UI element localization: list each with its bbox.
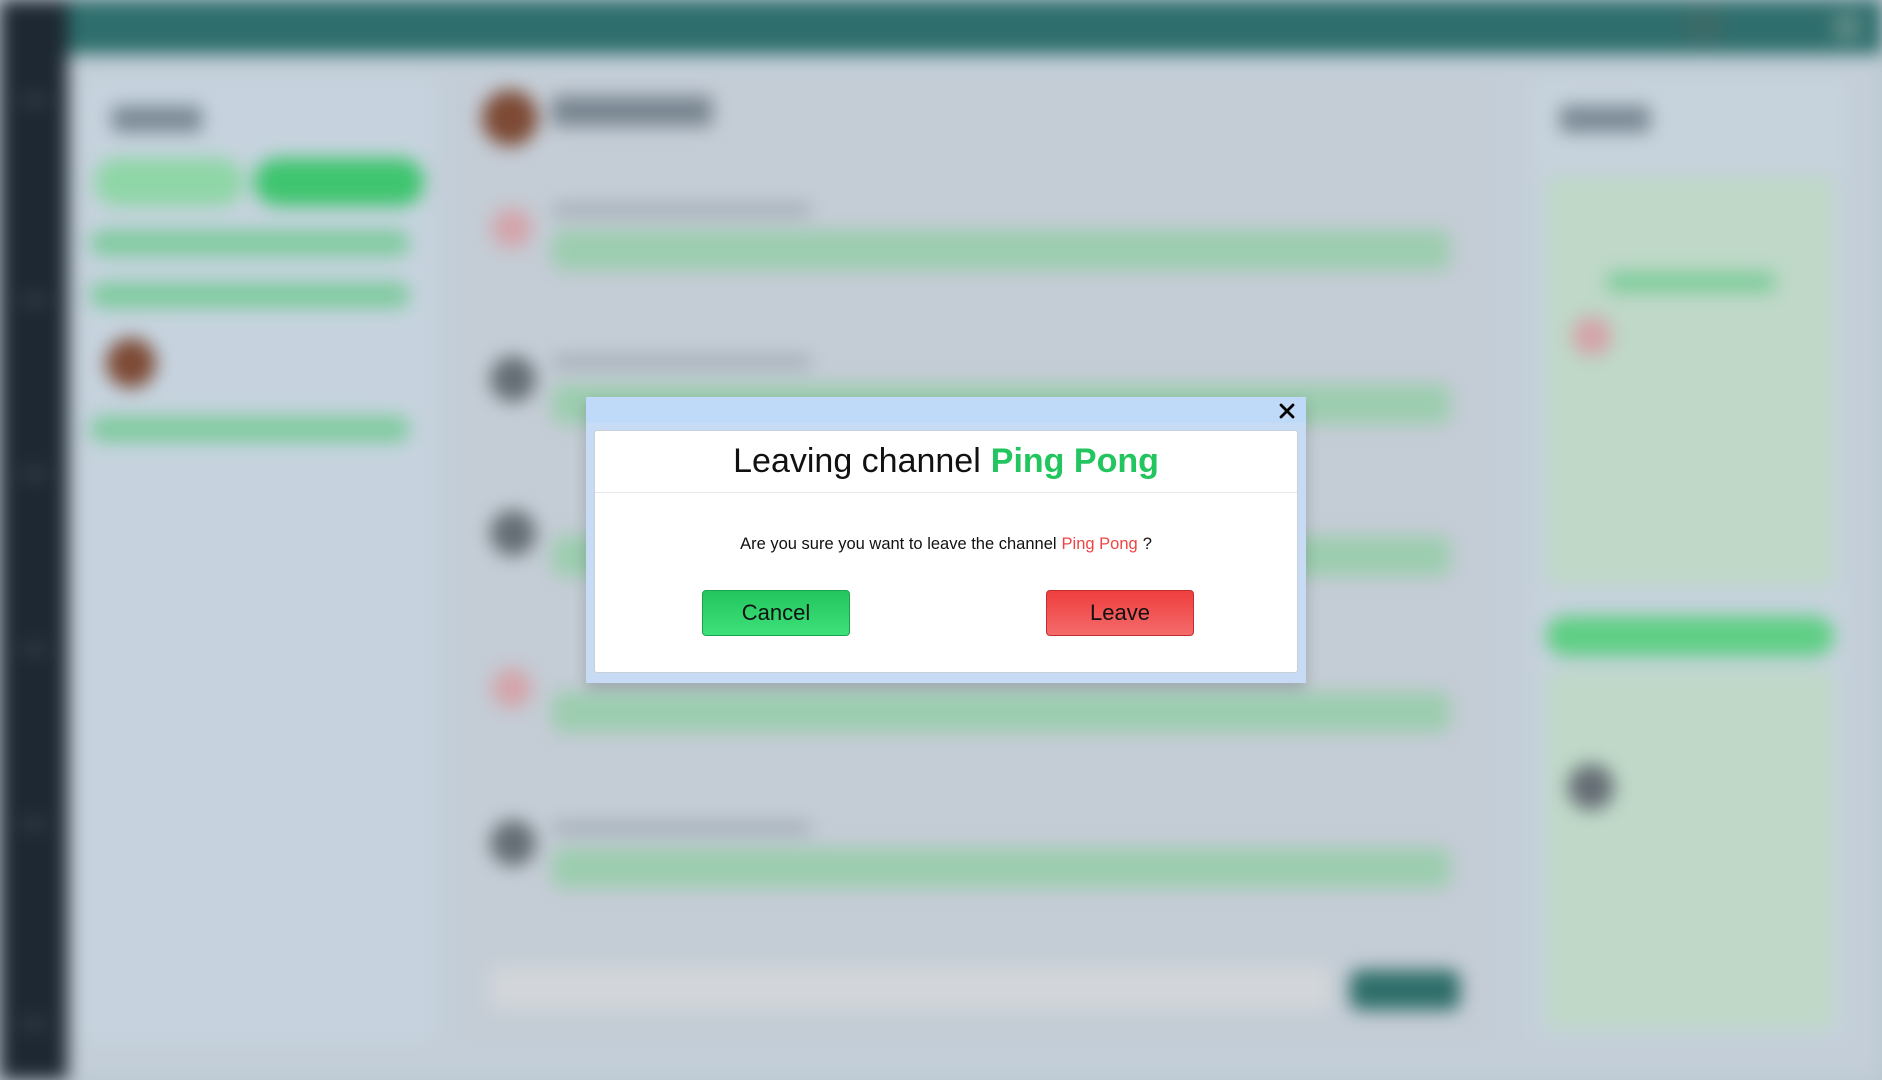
topbar-button xyxy=(1686,10,1722,42)
message-meta xyxy=(552,204,812,216)
members-section xyxy=(1546,176,1834,586)
leave-channel-modal: Leaving channel Ping Pong Are you sure y… xyxy=(586,397,1306,683)
panel-title xyxy=(1560,106,1650,132)
confirmation-suffix: ? xyxy=(1142,535,1152,553)
top-bar xyxy=(68,0,1882,54)
members-panel xyxy=(1532,80,1848,1040)
message-input xyxy=(490,966,1330,1010)
list-item xyxy=(90,230,410,256)
rail-item xyxy=(22,96,46,104)
avatar xyxy=(492,668,532,708)
rail-item xyxy=(22,296,46,304)
close-button[interactable] xyxy=(1274,398,1300,424)
left-navigation-rail xyxy=(0,0,68,1080)
filter-tab xyxy=(254,158,424,206)
list-item xyxy=(90,282,410,308)
rail-item xyxy=(22,820,46,828)
message-bubble xyxy=(552,230,1450,270)
channel-title xyxy=(552,96,712,126)
user-avatar xyxy=(1832,12,1862,42)
list-item xyxy=(90,416,410,442)
cancel-button[interactable]: Cancel xyxy=(702,590,850,636)
modal-header-bar xyxy=(586,397,1306,423)
friends-panel xyxy=(84,80,432,1040)
confirmation-prefix: Are you sure you want to leave the chann… xyxy=(740,535,1057,553)
section-header xyxy=(1546,616,1834,656)
avatar xyxy=(490,510,536,556)
channel-avatar xyxy=(482,90,538,146)
rail-item xyxy=(22,645,46,653)
message-meta xyxy=(552,356,812,368)
modal-title-channel-name: Ping Pong xyxy=(990,442,1159,480)
message-meta xyxy=(552,822,812,834)
close-icon xyxy=(1279,403,1295,419)
avatar xyxy=(490,820,536,866)
avatar xyxy=(490,356,536,402)
avatar xyxy=(492,208,532,248)
modal-body: Leaving channel Ping Pong Are you sure y… xyxy=(594,430,1298,673)
panel-title xyxy=(112,106,202,132)
rail-item xyxy=(22,470,46,478)
section-header xyxy=(1606,272,1776,292)
modal-title: Leaving channel Ping Pong xyxy=(595,431,1297,493)
modal-title-prefix: Leaving channel xyxy=(733,442,981,480)
members-section xyxy=(1546,670,1834,1030)
confirmation-message: Are you sure you want to leave the chann… xyxy=(595,535,1297,554)
filter-tab xyxy=(94,158,244,206)
avatar xyxy=(106,338,156,388)
confirmation-channel-name: Ping Pong xyxy=(1061,535,1138,553)
send-button xyxy=(1350,970,1460,1010)
message-bubble xyxy=(552,848,1450,888)
rail-item xyxy=(22,1020,46,1028)
avatar xyxy=(1568,764,1614,810)
message-bubble xyxy=(552,692,1450,732)
avatar xyxy=(1572,316,1612,356)
leave-button[interactable]: Leave xyxy=(1046,590,1194,636)
